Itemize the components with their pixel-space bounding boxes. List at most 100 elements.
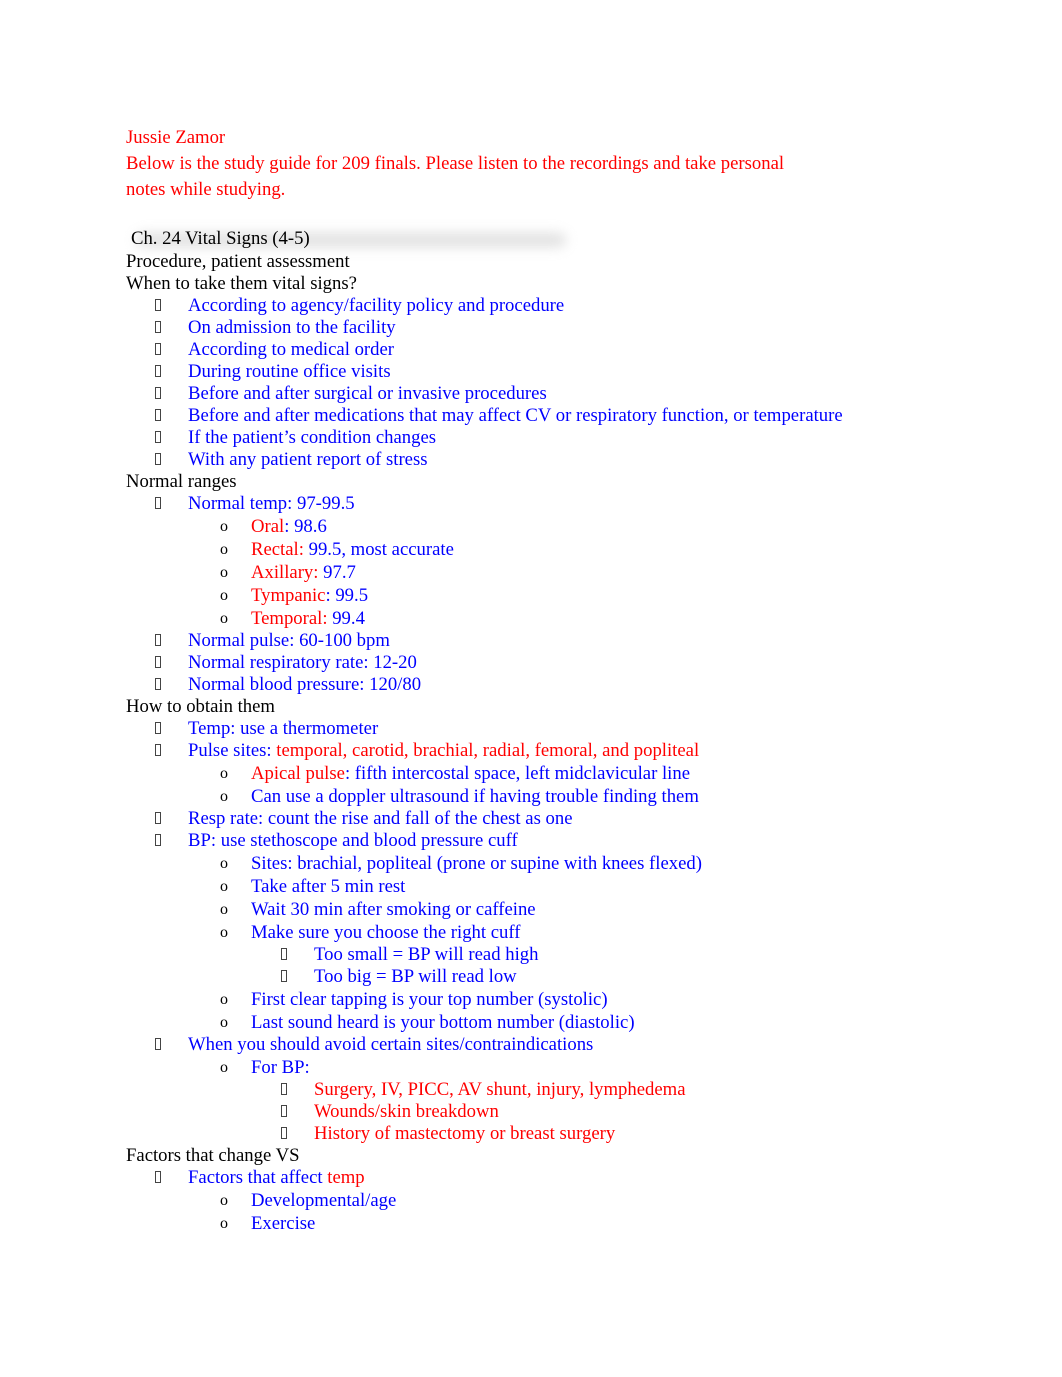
bullet-box-icon [155, 656, 161, 669]
list-item: Normal temp: 97-99.5 [126, 493, 926, 515]
line-text: According to agency/facility policy and … [188, 295, 564, 317]
list-item: Normal pulse: 60-100 bpm [126, 630, 926, 652]
list-item: Normal blood pressure: 120/80 [126, 674, 926, 696]
list-item: BP: use stethoscope and blood pressure c… [126, 830, 926, 852]
text-segment: Normal blood pressure: 120/80 [188, 674, 422, 695]
list-item: Surgery, IV, PICC, AV shunt, injury, lym… [126, 1079, 926, 1101]
line-text: With any patient report of stress [188, 449, 428, 471]
text-segment: With any patient report of stress [188, 449, 428, 470]
bullet-box-icon [155, 834, 161, 847]
list-item: Before and after medications that may af… [126, 405, 926, 427]
line-text: Pulse sites: temporal, carotid, brachial… [188, 740, 699, 762]
missing-glyph-bullet-icon [155, 383, 161, 405]
bullet-box-icon [155, 299, 161, 312]
line-text: According to medical order [188, 339, 394, 361]
line-text: Rectal: 99.5, most accurate [251, 538, 454, 561]
list-item: o Make sure you choose the right cuff [126, 921, 926, 944]
list-item: History of mastectomy or breast surgery [126, 1123, 926, 1145]
line-text: Normal blood pressure: 120/80 [188, 674, 421, 696]
outline-list: Procedure, patient assessment When to tak… [126, 251, 926, 1235]
list-item: Wounds/skin breakdown [126, 1101, 926, 1123]
text-segment: Apical pulse [251, 763, 345, 784]
text-segment: First clear tapping is your top number (… [251, 989, 608, 1010]
text-segment: Too small = BP will read high [314, 944, 539, 965]
missing-glyph-bullet-icon [281, 966, 287, 988]
section-heading: How to obtain them [126, 696, 926, 718]
list-item: During routine office visits [126, 361, 926, 383]
list-item: On admission to the facility [126, 317, 926, 339]
text-segment: Before and after surgical or invasive pr… [188, 383, 547, 404]
list-item: o Temporal: 99.4 [126, 607, 926, 630]
list-item: o For BP: [126, 1056, 926, 1079]
bullet-box-icon [155, 321, 161, 334]
line-text: Resp rate: count the rise and fall of th… [188, 808, 573, 830]
line-text: Before and after surgical or invasive pr… [188, 383, 547, 405]
section-heading: Procedure, patient assessment [126, 251, 926, 273]
text-segment: Resp rate: count the rise and fall of th… [188, 808, 573, 829]
text-segment: Pulse sites: [188, 740, 277, 761]
text-segment: Normal respiratory rate: 12-20 [188, 652, 417, 673]
list-item: o Developmental/age [126, 1189, 926, 1212]
text-segment: Normal ranges [126, 471, 237, 492]
list-item: Too small = BP will read high [126, 944, 926, 966]
text-segment: How to obtain them [126, 696, 275, 717]
circle-bullet-icon: o [220, 901, 228, 918]
list-item: When you should avoid certain sites/cont… [126, 1034, 926, 1056]
line-text: Tympanic: 99.5 [251, 584, 368, 607]
line-text: Apical pulse: fifth intercostal space, l… [251, 762, 690, 785]
missing-glyph-bullet-icon [155, 493, 161, 515]
bullet-box-icon [155, 722, 161, 735]
line-text: Take after 5 min rest [251, 875, 405, 898]
text-segment: Factors that change VS [126, 1145, 300, 1166]
text-segment: Exercise [251, 1213, 316, 1234]
line-text: Make sure you choose the right cuff [251, 921, 521, 944]
text-segment: : 99.5 [325, 585, 369, 606]
line-text: Developmental/age [251, 1189, 396, 1212]
bullet-box-icon [155, 1171, 161, 1184]
missing-glyph-bullet-icon [155, 830, 161, 852]
line-text: During routine office visits [188, 361, 391, 383]
circle-bullet-icon: o [220, 765, 228, 782]
text-segment: temporal, carotid, brachial, radial, fem… [276, 740, 700, 761]
missing-glyph-bullet-icon [155, 740, 161, 762]
bullet-box-icon [155, 343, 161, 356]
text-segment: Make sure you choose the right cuff [251, 922, 521, 943]
text-segment: BP: use stethoscope and blood pressure c… [188, 830, 518, 851]
line-text: Exercise [251, 1212, 315, 1235]
line-text: Can use a doppler ultrasound if having t… [251, 785, 699, 808]
text-segment: Before and after medications that may af… [188, 405, 843, 426]
list-item: o Exercise [126, 1212, 926, 1235]
bullet-box-icon [155, 387, 161, 400]
line-text: Surgery, IV, PICC, AV shunt, injury, lym… [314, 1079, 686, 1101]
missing-glyph-bullet-icon [155, 449, 161, 471]
line-text: When you should avoid certain sites/cont… [188, 1034, 593, 1056]
text-segment: 97.7 [318, 562, 356, 583]
bullet-box-icon [155, 812, 161, 825]
line-text: How to obtain them [126, 696, 275, 717]
list-item: Factors that affect temp [126, 1167, 926, 1189]
list-item: o Axillary: 97.7 [126, 561, 926, 584]
list-item: Temp: use a thermometer [126, 718, 926, 740]
text-segment: Sites: brachial, popliteal (prone or sup… [251, 853, 702, 874]
bullet-box-icon [155, 1038, 161, 1051]
text-segment: Wait 30 min after smoking or caffeine [251, 899, 536, 920]
list-item: Normal respiratory rate: 12-20 [126, 652, 926, 674]
line-text: Sites: brachial, popliteal (prone or sup… [251, 852, 702, 875]
list-item: o Take after 5 min rest [126, 875, 926, 898]
text-segment: Procedure, patient assessment [126, 251, 350, 272]
text-segment: Temporal: [251, 608, 328, 629]
list-item: o Oral: 98.6 [126, 515, 926, 538]
chapter-heading: Ch. 24 Vital Signs (4-5) [131, 228, 310, 249]
missing-glyph-bullet-icon [281, 944, 287, 966]
line-text: Wounds/skin breakdown [314, 1101, 499, 1123]
bullet-box-icon [281, 1127, 287, 1140]
missing-glyph-bullet-icon [281, 1123, 287, 1145]
bullet-box-icon [281, 948, 287, 961]
text-segment: When you should avoid certain sites/cont… [188, 1034, 594, 1055]
circle-bullet-icon: o [220, 924, 228, 941]
bullet-box-icon [155, 678, 161, 691]
missing-glyph-bullet-icon [155, 427, 161, 449]
bullet-box-icon [155, 497, 161, 510]
text-segment: Oral [251, 516, 285, 537]
text-segment: Factors that affect [188, 1167, 328, 1188]
